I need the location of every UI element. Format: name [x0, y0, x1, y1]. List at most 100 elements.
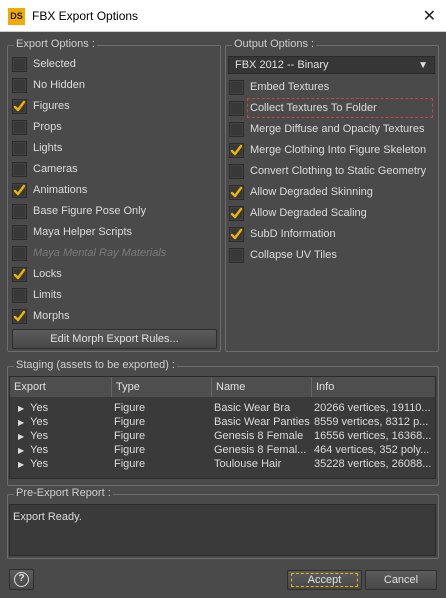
- pre-export-report-box: Export Ready.: [9, 504, 436, 556]
- checkbox-subd-information[interactable]: [229, 226, 244, 242]
- collect-textures-focus-outline: [247, 98, 433, 118]
- table-row[interactable]: ▶ Yes Figure Basic Wear Bra 20266 vertices, …: [10, 401, 435, 415]
- cell-text: 464 vertices, 352 poly...: [314, 444, 430, 456]
- checkmark-icon: [13, 310, 26, 323]
- cell-text: Figure: [114, 458, 146, 470]
- checkbox-row-locks[interactable]: Locks: [12, 265, 62, 283]
- table-row[interactable]: ▶ Yes Figure Genesis 8 Female 16556 vertices…: [10, 429, 435, 443]
- checkbox-row-cameras[interactable]: Cameras: [12, 160, 78, 178]
- checkbox-convert-clothing-to-static-geometry[interactable]: [229, 163, 244, 179]
- checkbox-collect-textures-to-folder[interactable]: [229, 100, 244, 116]
- cell-export: ▶ Yes: [18, 415, 110, 429]
- cell-info: 35228 vertices, 26088...: [314, 457, 435, 471]
- checkbox-label: No Hidden: [33, 79, 85, 91]
- fbx-format-dropdown[interactable]: FBX 2012 -- Binary ▼: [228, 56, 435, 74]
- checkbox-row-selected[interactable]: Selected: [12, 55, 76, 73]
- edit-morph-export-rules-button[interactable]: Edit Morph Export Rules...: [12, 329, 217, 349]
- title-bar: DS FBX Export Options ✕: [0, 0, 446, 32]
- checkbox-label: Props: [33, 121, 62, 133]
- checkmark-icon: [230, 228, 243, 241]
- checkbox-row-figures[interactable]: Figures: [12, 97, 70, 115]
- table-row[interactable]: ▶ Yes Figure Basic Wear Panties 8559 vertice…: [10, 415, 435, 429]
- cell-text: Figure: [114, 444, 146, 456]
- checkbox-row-base-figure-pose-only[interactable]: Base Figure Pose Only: [12, 202, 146, 220]
- cell-text: Yes: [30, 416, 49, 428]
- checkbox-merge-clothing-into-figure-skeleton[interactable]: [229, 142, 244, 158]
- checkbox-collapse-uv-tiles[interactable]: [229, 247, 244, 263]
- checkbox-row-no-hidden[interactable]: No Hidden: [12, 76, 85, 94]
- cancel-button[interactable]: Cancel: [365, 570, 437, 590]
- expand-arrow-icon[interactable]: ▶: [18, 418, 24, 427]
- checkbox-row-morphs[interactable]: Morphs: [12, 307, 70, 325]
- help-icon: ?: [14, 572, 29, 587]
- checkbox-selected[interactable]: [12, 56, 27, 72]
- checkbox-base-figure-pose-only[interactable]: [12, 203, 27, 219]
- checkbox-label: Cameras: [33, 163, 78, 175]
- checkbox-row-embed-textures[interactable]: Embed Textures: [229, 78, 329, 96]
- expand-arrow-icon[interactable]: ▶: [18, 432, 24, 441]
- checkbox-row-maya-mental-ray-materials: Maya Mental Ray Materials: [12, 244, 166, 262]
- expand-arrow-icon[interactable]: ▶: [18, 460, 24, 469]
- checkbox-no-hidden[interactable]: [12, 77, 27, 93]
- expand-arrow-icon[interactable]: ▶: [18, 404, 24, 413]
- checkbox-row-convert-clothing-to-static-geometry[interactable]: Convert Clothing to Static Geometry: [229, 162, 426, 180]
- checkbox-row-subd-information[interactable]: SubD Information: [229, 225, 336, 243]
- checkbox-row-merge-clothing-into-figure-skeleton[interactable]: Merge Clothing Into Figure Skeleton: [229, 141, 426, 159]
- checkbox-row-limits[interactable]: Limits: [12, 286, 62, 304]
- cell-info: 464 vertices, 352 poly...: [314, 443, 435, 457]
- checkbox-merge-diffuse-and-opacity-textures[interactable]: [229, 121, 244, 137]
- checkbox-row-allow-degraded-skinning[interactable]: Allow Degraded Skinning: [229, 183, 373, 201]
- expand-arrow-icon[interactable]: ▶: [18, 446, 24, 455]
- cell-text: 16556 vertices, 16368...: [314, 430, 432, 442]
- checkbox-label: Embed Textures: [250, 81, 330, 93]
- checkbox-props[interactable]: [12, 119, 27, 135]
- checkbox-lights[interactable]: [12, 140, 27, 156]
- column-header-info[interactable]: Info: [312, 377, 435, 397]
- column-header-type[interactable]: Type: [112, 377, 212, 397]
- cell-text: Yes: [30, 458, 49, 470]
- cell-text: Basic Wear Bra: [214, 402, 291, 414]
- checkbox-row-props[interactable]: Props: [12, 118, 62, 136]
- export-options-title: Export Options :: [14, 38, 97, 50]
- table-row[interactable]: ▶ Yes Figure Toulouse Hair 35228 vertices, 2…: [10, 457, 435, 471]
- checkbox-label: Maya Helper Scripts: [33, 226, 133, 238]
- checkbox-embed-textures[interactable]: [229, 79, 244, 95]
- checkmark-icon: [13, 100, 26, 113]
- checkbox-limits[interactable]: [12, 287, 27, 303]
- accept-button[interactable]: Accept: [287, 570, 362, 590]
- checkbox-maya-helper-scripts[interactable]: [12, 224, 27, 240]
- cell-type: Figure: [114, 401, 210, 415]
- checkbox-allow-degraded-skinning[interactable]: [229, 184, 244, 200]
- cell-type: Figure: [114, 429, 210, 443]
- checkmark-icon: [230, 207, 243, 220]
- checkmark-icon: [230, 186, 243, 199]
- column-header-export[interactable]: Export: [10, 377, 112, 397]
- close-icon[interactable]: ✕: [423, 6, 436, 26]
- checkbox-cameras[interactable]: [12, 161, 27, 177]
- cell-text: Yes: [30, 430, 49, 442]
- help-button[interactable]: ?: [9, 569, 34, 590]
- cell-text: Figure: [114, 416, 146, 428]
- checkbox-allow-degraded-scaling[interactable]: [229, 205, 244, 221]
- checkbox-row-lights[interactable]: Lights: [12, 139, 62, 157]
- table-row[interactable]: ▶ Yes Figure Genesis 8 Femal... 464 vertices…: [10, 443, 435, 457]
- cell-name: Basic Wear Panties: [214, 415, 310, 429]
- checkmark-icon: [13, 268, 26, 281]
- cell-text: Figure: [114, 430, 146, 442]
- checkbox-animations[interactable]: [12, 182, 27, 198]
- checkbox-row-allow-degraded-scaling[interactable]: Allow Degraded Scaling: [229, 204, 367, 222]
- cell-export: ▶ Yes: [18, 429, 110, 443]
- checkbox-locks[interactable]: [12, 266, 27, 282]
- checkbox-row-merge-diffuse-and-opacity-textures[interactable]: Merge Diffuse and Opacity Textures: [229, 120, 424, 138]
- checkbox-figures[interactable]: [12, 98, 27, 114]
- checkbox-row-maya-helper-scripts[interactable]: Maya Helper Scripts: [12, 223, 132, 241]
- column-header-name[interactable]: Name: [212, 377, 312, 397]
- checkbox-row-animations[interactable]: Animations: [12, 181, 87, 199]
- checkbox-morphs[interactable]: [12, 308, 27, 324]
- checkbox-row-collapse-uv-tiles[interactable]: Collapse UV Tiles: [229, 246, 337, 264]
- checkbox-label: SubD Information: [250, 228, 336, 240]
- cell-name: Toulouse Hair: [214, 457, 310, 471]
- staging-title: Staging (assets to be exported) :: [14, 359, 177, 371]
- cell-text: Toulouse Hair: [214, 458, 282, 470]
- cell-info: 8559 vertices, 8312 p...: [314, 415, 435, 429]
